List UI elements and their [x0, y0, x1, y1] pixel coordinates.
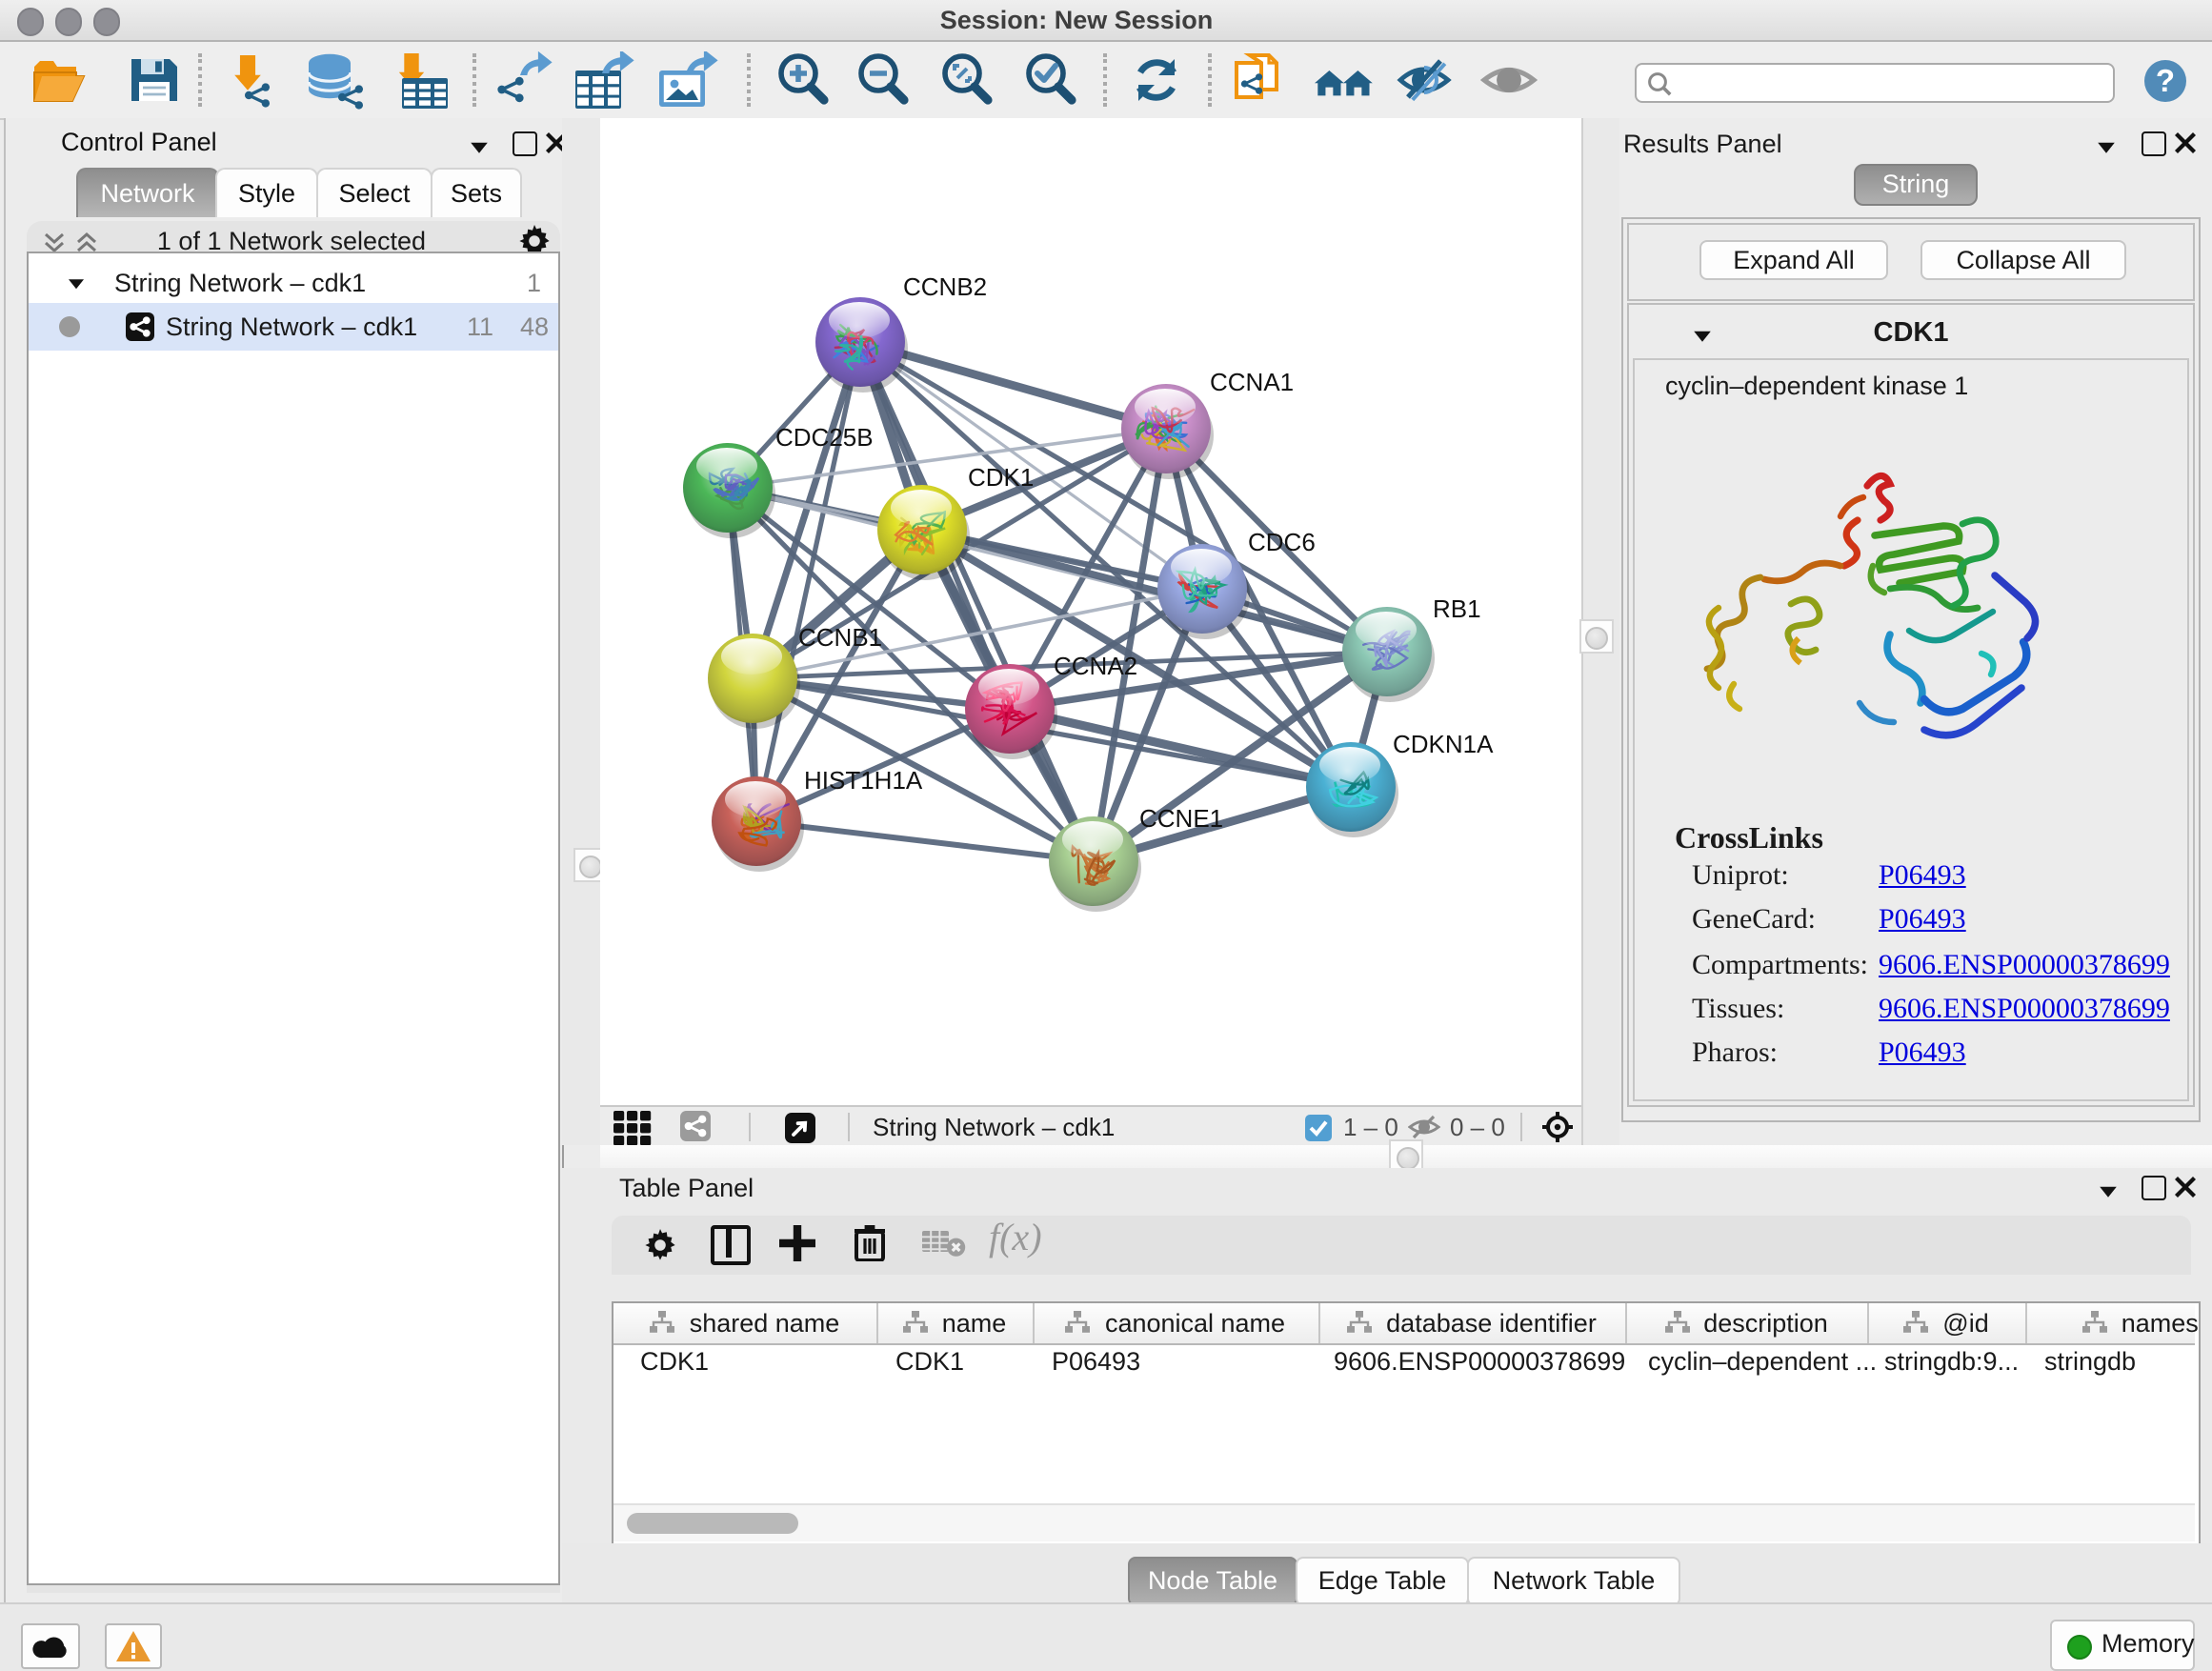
svg-text:HIST1H1A: HIST1H1A: [804, 766, 923, 795]
svg-text:CCNA2: CCNA2: [1054, 652, 1137, 680]
svg-text:CCNB2: CCNB2: [903, 272, 987, 301]
svg-text:CDC6: CDC6: [1248, 528, 1316, 556]
svg-text:CCNE1: CCNE1: [1139, 804, 1223, 833]
svg-text:CDC25B: CDC25B: [775, 423, 874, 452]
svg-text:RB1: RB1: [1433, 594, 1481, 623]
svg-text:?: ?: [2156, 63, 2175, 98]
svg-text:CCNB1: CCNB1: [798, 623, 882, 652]
svg-text:CDK1: CDK1: [968, 463, 1034, 492]
svg-text:CDKN1A: CDKN1A: [1393, 730, 1494, 758]
svg-text:CCNA1: CCNA1: [1210, 368, 1294, 396]
